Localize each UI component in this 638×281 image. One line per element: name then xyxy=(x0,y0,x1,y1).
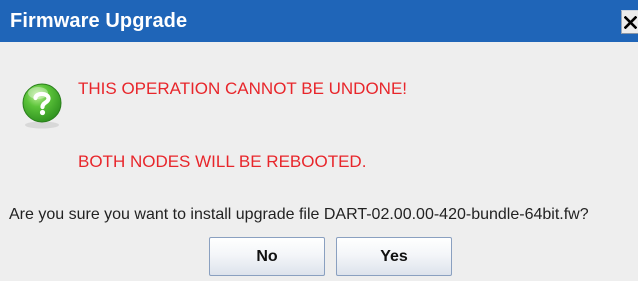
question-icon xyxy=(17,80,67,130)
confirmation-message: Are you sure you want to install upgrade… xyxy=(9,206,589,223)
firmware-upgrade-dialog: Firmware Upgrade THIS OPERATION CANNOT B… xyxy=(0,0,638,281)
close-button[interactable] xyxy=(621,10,638,34)
dialog-title: Firmware Upgrade xyxy=(10,10,188,32)
yes-button[interactable]: Yes xyxy=(336,237,452,276)
warning-undone: THIS OPERATION CANNOT BE UNDONE! xyxy=(78,79,408,98)
warning-reboot: BOTH NODES WILL BE REBOOTED. xyxy=(78,152,367,171)
no-button[interactable]: No xyxy=(209,237,325,276)
title-bar: Firmware Upgrade xyxy=(0,0,638,42)
close-icon xyxy=(623,15,637,29)
